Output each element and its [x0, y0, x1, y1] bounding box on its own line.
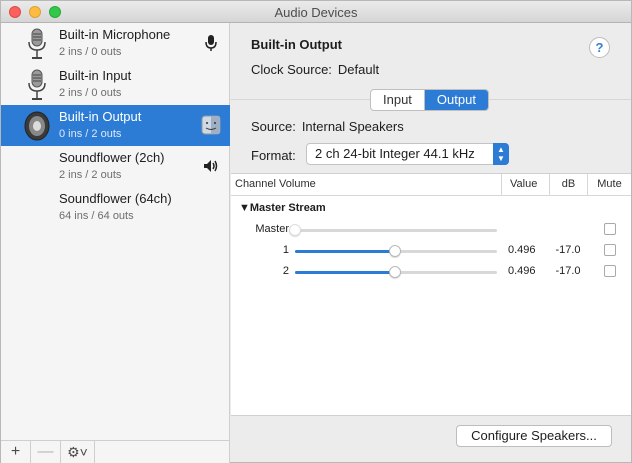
add-device-button[interactable]: +	[1, 441, 31, 463]
device-item-built-in-input[interactable]: Built-in Input 2 ins / 0 outs	[1, 64, 230, 105]
device-name: Soundflower (64ch)	[59, 191, 172, 206]
clock-source: Clock Source: Default	[251, 62, 379, 77]
device-name: Built-in Output	[59, 109, 142, 124]
input-output-segmented-control: Input Output	[370, 89, 489, 111]
gear-menu-button[interactable]: ⚙︎˅	[61, 441, 95, 463]
microphone-badge-icon	[205, 35, 217, 51]
table-row: 1 0.496 -17.0	[231, 241, 631, 261]
source-label: Source:	[251, 119, 296, 134]
column-value[interactable]: Value	[501, 174, 549, 195]
device-list: Built-in Microphone 2 ins / 0 outs Built…	[1, 23, 230, 440]
device-item-built-in-microphone[interactable]: Built-in Microphone 2 ins / 0 outs	[1, 23, 230, 64]
column-mute[interactable]: Mute	[587, 174, 631, 195]
volume-slider-fill	[295, 271, 396, 274]
stream-label: Master Stream	[249, 202, 326, 214]
device-item-built-in-output[interactable]: Built-in Output 0 ins / 2 outs	[1, 105, 230, 146]
column-db[interactable]: dB	[549, 174, 587, 195]
device-name: Soundflower (2ch)	[59, 150, 165, 165]
channel-label: 1	[282, 244, 289, 256]
volume-value: 0.496	[508, 244, 536, 256]
help-button[interactable]: ?	[589, 37, 610, 58]
mute-checkbox[interactable]	[604, 244, 616, 256]
device-io: 2 ins / 0 outs	[59, 46, 122, 58]
mute-checkbox[interactable]	[604, 223, 616, 235]
popup-arrows-icon: ▲ ▼	[493, 143, 509, 165]
microphone-icon	[28, 28, 46, 59]
format-value: 2 ch 24-bit Integer 44.1 kHz	[315, 146, 475, 161]
device-detail-pane: Built-in Output ? Clock Source: Default I…	[231, 23, 631, 463]
sidebar-toolbar: + — ⚙︎˅	[1, 440, 230, 463]
audio-devices-window: Audio Devices Built-in Microphone 2 ins …	[0, 0, 632, 463]
window-title: Audio Devices	[274, 5, 358, 20]
device-io: 2 ins / 0 outs	[59, 87, 122, 99]
format-label: Format:	[251, 148, 296, 163]
title-bar: Audio Devices	[1, 1, 631, 23]
volume-value: 0.496	[508, 265, 536, 277]
speaker-icon	[24, 111, 50, 141]
clock-source-label: Clock Source:	[251, 62, 332, 77]
table-row: 2 0.496 -17.0	[231, 262, 631, 282]
device-io: 2 ins / 2 outs	[59, 169, 122, 181]
device-title: Built-in Output	[251, 37, 342, 52]
volume-slider-fill	[295, 250, 396, 253]
channel-volume-table: Channel Volume Value dB Mute ▼Master Str…	[231, 173, 631, 416]
device-name: Built-in Input	[59, 68, 132, 83]
format-popup[interactable]: 2 ch 24-bit Integer 44.1 kHz ▲ ▼	[306, 143, 509, 165]
disclosure-triangle-icon[interactable]: ▼	[239, 202, 250, 214]
device-item-soundflower-64ch[interactable]: Soundflower (64ch) 64 ins / 64 outs	[1, 187, 230, 228]
volume-slider-knob[interactable]	[289, 224, 301, 236]
volume-db: -17.0	[555, 244, 581, 256]
speaker-badge-icon	[204, 160, 218, 172]
device-io: 0 ins / 2 outs	[59, 128, 122, 140]
volume-slider-knob[interactable]	[389, 266, 402, 278]
microphone-icon	[28, 69, 46, 100]
source: Source: Internal Speakers	[251, 119, 404, 134]
table-header: Channel Volume Value dB Mute	[231, 174, 631, 196]
volume-slider[interactable]	[295, 245, 497, 257]
volume-slider[interactable]	[295, 266, 497, 278]
device-io: 64 ins / 64 outs	[59, 210, 134, 222]
tab-output[interactable]: Output	[423, 90, 488, 110]
channel-label: 2	[282, 265, 289, 277]
clock-source-value: Default	[337, 62, 380, 77]
source-value: Internal Speakers	[301, 119, 404, 134]
master-stream-group[interactable]: ▼Master Stream	[239, 202, 326, 214]
column-channel-volume[interactable]: Channel Volume	[235, 174, 316, 195]
volume-slider[interactable]	[289, 224, 497, 236]
remove-device-button[interactable]: —	[31, 441, 61, 463]
finder-badge-icon	[201, 115, 221, 135]
table-row: Master	[231, 220, 631, 240]
configure-speakers-button[interactable]: Configure Speakers...	[456, 425, 612, 447]
volume-slider-knob[interactable]	[389, 245, 402, 257]
volume-db: -17.0	[555, 265, 581, 277]
mute-checkbox[interactable]	[604, 265, 616, 277]
device-name: Built-in Microphone	[59, 27, 171, 42]
channel-label: Master	[255, 223, 289, 235]
device-item-soundflower-2ch[interactable]: Soundflower (2ch) 2 ins / 2 outs	[1, 146, 230, 187]
tab-input[interactable]: Input	[371, 90, 424, 110]
